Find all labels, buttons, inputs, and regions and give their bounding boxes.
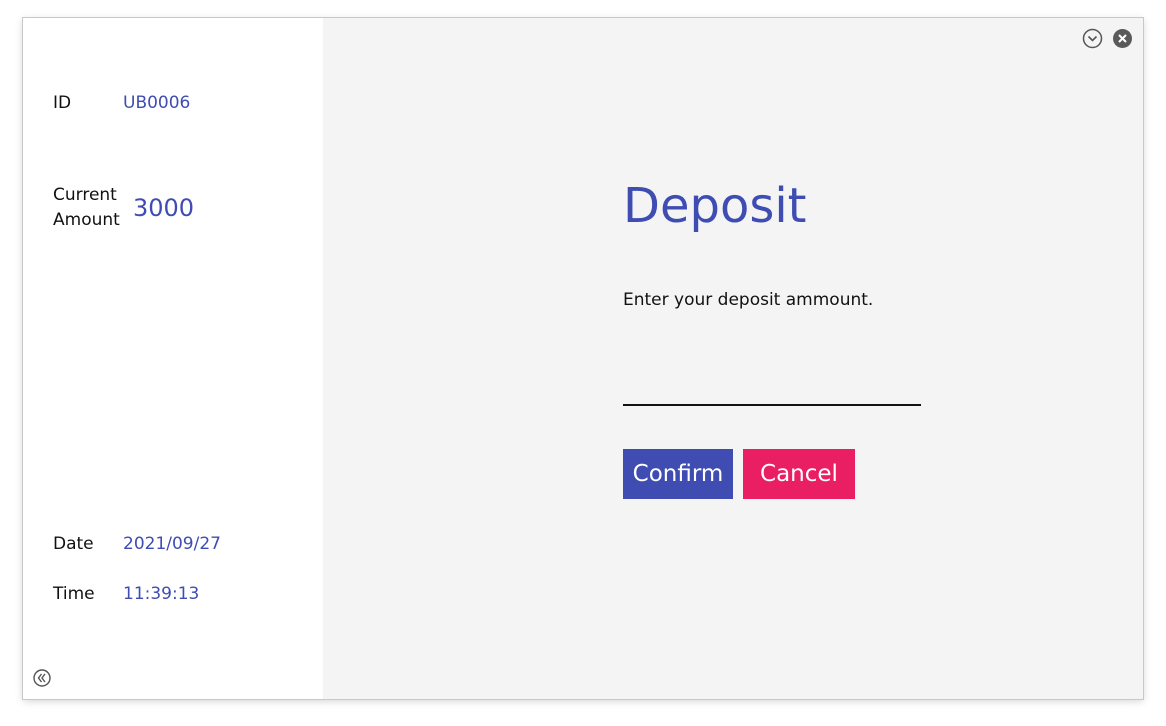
minimize-button[interactable] — [1082, 28, 1103, 49]
close-button[interactable] — [1112, 28, 1133, 49]
page-title: Deposit — [623, 178, 807, 234]
date-label: Date — [53, 534, 94, 554]
chevron-left-circle-icon — [33, 669, 51, 687]
deposit-amount-input[interactable] — [623, 368, 921, 406]
chevron-down-circle-icon — [1082, 28, 1103, 49]
deposit-panel: Deposit Enter your deposit ammount. Conf… — [323, 18, 1143, 699]
deposit-prompt: Enter your deposit ammount. — [623, 290, 874, 310]
date-value: 2021/09/27 — [123, 534, 221, 554]
current-amount-value: 3000 — [133, 194, 195, 222]
time-label: Time — [53, 584, 95, 604]
id-value: UB0006 — [123, 93, 191, 113]
cancel-button[interactable]: Cancel — [743, 449, 855, 499]
account-sidebar: ID UB0006 Current Amount 3000 Date 2021/… — [23, 18, 323, 699]
current-amount-label: Current Amount — [53, 185, 120, 230]
time-value: 11:39:13 — [123, 584, 200, 604]
app-window: ID UB0006 Current Amount 3000 Date 2021/… — [23, 18, 1143, 699]
confirm-button[interactable]: Confirm — [623, 449, 733, 499]
close-circle-icon — [1113, 29, 1132, 48]
id-label: ID — [53, 93, 72, 113]
collapse-sidebar-button[interactable] — [33, 669, 51, 687]
